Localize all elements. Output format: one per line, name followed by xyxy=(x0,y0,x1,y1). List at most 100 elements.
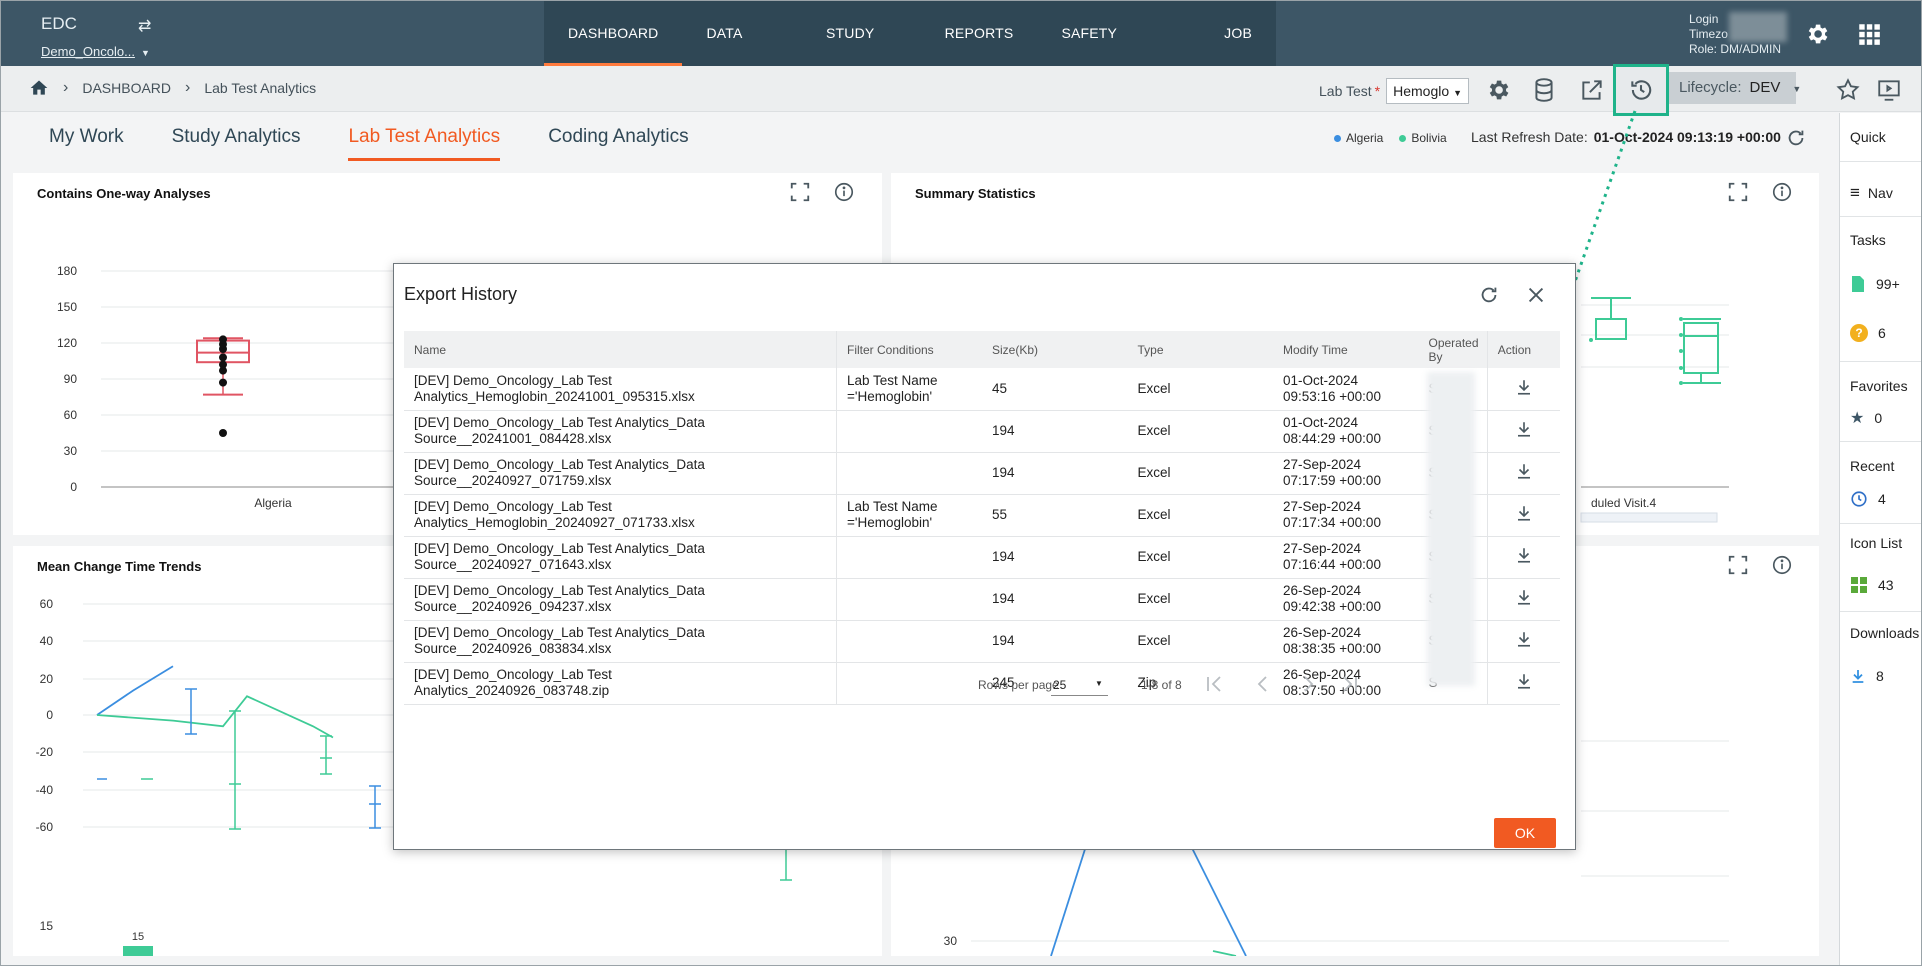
table-row[interactable]: [DEV] Demo_Oncology_Lab Test Analytics_D… xyxy=(404,410,1560,453)
nav-safety-gateway[interactable]: SAFETY GATEWAY xyxy=(1037,1,1190,105)
legend-dot-bolivia xyxy=(1399,134,1407,142)
next-page-icon[interactable] xyxy=(1304,676,1314,692)
prev-page-icon[interactable] xyxy=(1257,676,1267,692)
lab-test-select[interactable]: Hemoglo ▼ xyxy=(1386,78,1470,104)
table-row[interactable]: [DEV] Demo_Oncology_Lab Test Analytics_He… xyxy=(404,368,1560,411)
tasks-queries[interactable]: ? 6 xyxy=(1850,324,1886,342)
cell-name-text: [DEV] Demo_Oncology_Lab Test Analytics_D… xyxy=(414,583,705,598)
column-header-size[interactable]: Size(Kb) xyxy=(981,331,1128,368)
rows-per-page-select[interactable]: 25 ▼ xyxy=(1051,672,1108,696)
cell-action xyxy=(1486,368,1560,411)
recent-count: 4 xyxy=(1878,491,1886,507)
quick-nav[interactable]: ≡ Nav xyxy=(1850,183,1893,203)
table-row[interactable]: [DEV] Demo_Oncology_Lab Test Analytics_D… xyxy=(404,536,1560,579)
cell-modify-time: 26-Sep-2024 08:38:35 +00:00 xyxy=(1272,620,1419,663)
apps-grid-icon[interactable] xyxy=(1856,21,1882,47)
nav-job[interactable]: JOB xyxy=(1190,1,1276,66)
tab-study-analytics[interactable]: Study Analytics xyxy=(172,126,301,161)
download-icon[interactable] xyxy=(1515,630,1533,648)
settings-gear-icon[interactable] xyxy=(1485,77,1511,103)
legend-algeria[interactable]: Algeria xyxy=(1346,131,1383,145)
tab-lab-test-analytics[interactable]: Lab Test Analytics xyxy=(348,126,501,161)
ok-button[interactable]: OK xyxy=(1494,818,1556,848)
cell-modify-time: 27-Sep-2024 07:16:44 +00:00 xyxy=(1272,536,1419,579)
tasks-documents[interactable]: 99+ xyxy=(1850,275,1900,293)
cell-filter-conditions xyxy=(835,662,982,705)
table-row[interactable]: [DEV] Demo_Oncology_Lab Test Analytics_D… xyxy=(404,452,1560,495)
y-tick-label: 90 xyxy=(64,372,78,386)
cell-size-text: 194 xyxy=(991,465,1015,480)
table-row[interactable]: [DEV] Demo_Oncology_Lab Test Analytics_He… xyxy=(404,494,1560,537)
export-history-button[interactable] xyxy=(1613,64,1669,116)
recent-item[interactable]: 4 xyxy=(1850,490,1886,508)
cell-type-text: Excel xyxy=(1137,591,1171,606)
study-selector[interactable]: Demo_Oncolo... ▼ xyxy=(41,44,150,59)
box-plot-marks xyxy=(196,335,250,437)
refresh-icon[interactable] xyxy=(1785,127,1807,149)
column-header-filter[interactable]: Filter Conditions xyxy=(835,331,982,368)
cell-type-text: Excel xyxy=(1137,380,1171,396)
nav-study-info[interactable]: STUDY INFO xyxy=(802,1,921,105)
close-icon[interactable] xyxy=(1525,284,1547,306)
column-header-type[interactable]: Type xyxy=(1127,331,1273,368)
nav-data-entry[interactable]: DATA ENTRY xyxy=(682,1,801,105)
column-header-name[interactable]: Name xyxy=(404,331,837,368)
download-icon[interactable] xyxy=(1515,672,1533,690)
lifecycle-select[interactable]: Lifecycle: DEV ▼ xyxy=(1669,72,1801,104)
star-icon: ★ xyxy=(1850,410,1865,427)
icon-list-item[interactable]: 43 xyxy=(1850,576,1894,594)
divider xyxy=(1840,161,1921,162)
download-icon[interactable] xyxy=(1515,378,1533,396)
rows-per-page-value: 25 xyxy=(1053,678,1067,692)
outlier xyxy=(1589,338,1593,342)
home-icon[interactable] xyxy=(29,78,49,98)
favorites-label: Favorites xyxy=(1850,378,1908,394)
cell-modify-time-text: 08:44:29 +00:00 xyxy=(1282,431,1381,446)
legend-bolivia[interactable]: Bolivia xyxy=(1411,131,1446,145)
box xyxy=(1683,322,1719,374)
outlier-point xyxy=(219,353,227,362)
download-icon[interactable] xyxy=(1515,420,1533,438)
refresh-icon[interactable] xyxy=(1478,284,1500,306)
nav-reports[interactable]: REPORTS xyxy=(921,1,1038,66)
favorites-item[interactable]: ★ 0 xyxy=(1850,408,1882,428)
table-row[interactable]: [DEV] Demo_Oncology_Lab Test Analytics_D… xyxy=(404,620,1560,663)
cell-size-text: 194 xyxy=(991,423,1015,438)
tasks-label: Tasks xyxy=(1850,232,1886,248)
switch-study-icon[interactable]: ⇄ xyxy=(138,16,151,36)
column-header-operated-by[interactable]: Operated By xyxy=(1418,331,1488,368)
column-header-modify-time[interactable]: Modify Time xyxy=(1272,331,1419,368)
download-icon[interactable] xyxy=(1515,504,1533,522)
scrollbar[interactable] xyxy=(1580,512,1718,523)
first-page-icon[interactable] xyxy=(1207,676,1221,692)
tab-my-work[interactable]: My Work xyxy=(49,126,124,161)
last-page-icon[interactable] xyxy=(1343,676,1357,692)
user-info[interactable]: Login Timezo Role: DM/ADMIN xyxy=(1689,12,1787,57)
x-tick-label: Algeria xyxy=(254,496,292,510)
database-icon[interactable] xyxy=(1531,77,1557,103)
cell-size-text: 194 xyxy=(991,633,1015,648)
bar xyxy=(123,946,153,956)
cell-filter-conditions: Lab Test Name ='Hemoglobin' xyxy=(835,368,982,411)
nav-dashboard[interactable]: DASHBOARD xyxy=(544,1,683,66)
y-tick-label: 20 xyxy=(40,672,54,686)
cell-name: [DEV] Demo_Oncology_Lab Test Analytics_D… xyxy=(404,620,837,663)
y-tick-label: -20 xyxy=(36,745,54,759)
divider xyxy=(1840,523,1921,524)
breadcrumb-dashboard[interactable]: DASHBOARD xyxy=(82,80,171,96)
download-icon[interactable] xyxy=(1515,462,1533,480)
downloads-item[interactable]: 8 xyxy=(1850,668,1884,684)
presentation-icon[interactable] xyxy=(1876,77,1902,103)
tab-coding-analytics[interactable]: Coding Analytics xyxy=(548,126,688,161)
cell-size: 194 xyxy=(981,620,1128,663)
study-name: Demo_Oncolo... xyxy=(41,44,135,59)
download-icon[interactable] xyxy=(1515,546,1533,564)
cell-name-text: [DEV] Demo_Oncology_Lab Test Analytics_D… xyxy=(414,625,705,640)
open-external-icon[interactable] xyxy=(1579,77,1605,103)
download-icon[interactable] xyxy=(1515,588,1533,606)
cell-modify-time: 26-Sep-2024 09:42:38 +00:00 xyxy=(1272,578,1419,621)
star-icon[interactable] xyxy=(1835,77,1861,103)
series-line xyxy=(1212,950,1237,956)
settings-gear-icon[interactable] xyxy=(1804,21,1830,47)
table-row[interactable]: [DEV] Demo_Oncology_Lab Test Analytics_D… xyxy=(404,578,1560,621)
